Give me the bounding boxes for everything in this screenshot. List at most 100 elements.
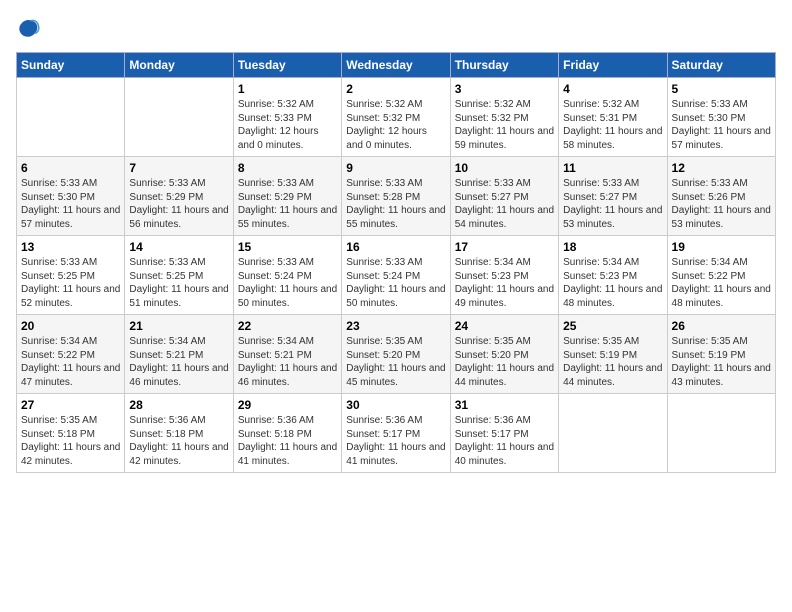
- day-number: 8: [238, 161, 337, 175]
- day-number: 2: [346, 82, 445, 96]
- daylight-text: Daylight: 11 hours and 44 minutes.: [455, 362, 554, 389]
- calendar-cell: 22 Sunrise: 5:34 AM Sunset: 5:21 PM Dayl…: [233, 315, 341, 394]
- cell-info: Sunrise: 5:33 AM Sunset: 5:27 PM Dayligh…: [455, 177, 554, 231]
- day-number: 9: [346, 161, 445, 175]
- day-number: 26: [672, 319, 771, 333]
- cell-info: Sunrise: 5:33 AM Sunset: 5:24 PM Dayligh…: [238, 256, 337, 310]
- sunset-text: Sunset: 5:18 PM: [21, 428, 120, 442]
- sunrise-text: Sunrise: 5:33 AM: [563, 177, 662, 191]
- sunset-text: Sunset: 5:23 PM: [563, 270, 662, 284]
- cell-info: Sunrise: 5:35 AM Sunset: 5:19 PM Dayligh…: [563, 335, 662, 389]
- daylight-text: Daylight: 11 hours and 53 minutes.: [563, 204, 662, 231]
- calendar-cell: 19 Sunrise: 5:34 AM Sunset: 5:22 PM Dayl…: [667, 236, 775, 315]
- weekday-header-row: SundayMondayTuesdayWednesdayThursdayFrid…: [17, 53, 776, 78]
- sunset-text: Sunset: 5:20 PM: [455, 349, 554, 363]
- sunset-text: Sunset: 5:21 PM: [238, 349, 337, 363]
- sunrise-text: Sunrise: 5:33 AM: [238, 256, 337, 270]
- day-number: 31: [455, 398, 554, 412]
- sunset-text: Sunset: 5:17 PM: [346, 428, 445, 442]
- cell-info: Sunrise: 5:33 AM Sunset: 5:27 PM Dayligh…: [563, 177, 662, 231]
- cell-info: Sunrise: 5:33 AM Sunset: 5:24 PM Dayligh…: [346, 256, 445, 310]
- calendar-cell: 13 Sunrise: 5:33 AM Sunset: 5:25 PM Dayl…: [17, 236, 125, 315]
- daylight-text: Daylight: 11 hours and 48 minutes.: [672, 283, 771, 310]
- sunrise-text: Sunrise: 5:35 AM: [21, 414, 120, 428]
- cell-info: Sunrise: 5:34 AM Sunset: 5:23 PM Dayligh…: [563, 256, 662, 310]
- calendar-cell: 1 Sunrise: 5:32 AM Sunset: 5:33 PM Dayli…: [233, 78, 341, 157]
- calendar-cell: 10 Sunrise: 5:33 AM Sunset: 5:27 PM Dayl…: [450, 157, 558, 236]
- sunset-text: Sunset: 5:29 PM: [129, 191, 228, 205]
- sunrise-text: Sunrise: 5:33 AM: [672, 98, 771, 112]
- calendar-cell: [125, 78, 233, 157]
- calendar-cell: 8 Sunrise: 5:33 AM Sunset: 5:29 PM Dayli…: [233, 157, 341, 236]
- calendar-cell: 9 Sunrise: 5:33 AM Sunset: 5:28 PM Dayli…: [342, 157, 450, 236]
- calendar-cell: 25 Sunrise: 5:35 AM Sunset: 5:19 PM Dayl…: [559, 315, 667, 394]
- daylight-text: Daylight: 11 hours and 45 minutes.: [346, 362, 445, 389]
- sunrise-text: Sunrise: 5:33 AM: [129, 256, 228, 270]
- sunrise-text: Sunrise: 5:36 AM: [346, 414, 445, 428]
- calendar-cell: [667, 394, 775, 473]
- cell-info: Sunrise: 5:35 AM Sunset: 5:20 PM Dayligh…: [346, 335, 445, 389]
- daylight-text: Daylight: 11 hours and 54 minutes.: [455, 204, 554, 231]
- cell-info: Sunrise: 5:35 AM Sunset: 5:19 PM Dayligh…: [672, 335, 771, 389]
- sunset-text: Sunset: 5:22 PM: [672, 270, 771, 284]
- sunrise-text: Sunrise: 5:34 AM: [238, 335, 337, 349]
- cell-info: Sunrise: 5:33 AM Sunset: 5:29 PM Dayligh…: [129, 177, 228, 231]
- cell-info: Sunrise: 5:33 AM Sunset: 5:29 PM Dayligh…: [238, 177, 337, 231]
- daylight-text: Daylight: 11 hours and 40 minutes.: [455, 441, 554, 468]
- calendar-cell: 18 Sunrise: 5:34 AM Sunset: 5:23 PM Dayl…: [559, 236, 667, 315]
- logo: [16, 16, 44, 40]
- day-number: 20: [21, 319, 120, 333]
- calendar-cell: 30 Sunrise: 5:36 AM Sunset: 5:17 PM Dayl…: [342, 394, 450, 473]
- daylight-text: Daylight: 11 hours and 42 minutes.: [21, 441, 120, 468]
- daylight-text: Daylight: 11 hours and 46 minutes.: [129, 362, 228, 389]
- sunset-text: Sunset: 5:22 PM: [21, 349, 120, 363]
- daylight-text: Daylight: 11 hours and 43 minutes.: [672, 362, 771, 389]
- calendar-cell: 15 Sunrise: 5:33 AM Sunset: 5:24 PM Dayl…: [233, 236, 341, 315]
- calendar-cell: 7 Sunrise: 5:33 AM Sunset: 5:29 PM Dayli…: [125, 157, 233, 236]
- day-number: 16: [346, 240, 445, 254]
- sunset-text: Sunset: 5:33 PM: [238, 112, 337, 126]
- cell-info: Sunrise: 5:33 AM Sunset: 5:25 PM Dayligh…: [129, 256, 228, 310]
- sunset-text: Sunset: 5:27 PM: [563, 191, 662, 205]
- calendar-week-row: 6 Sunrise: 5:33 AM Sunset: 5:30 PM Dayli…: [17, 157, 776, 236]
- cell-info: Sunrise: 5:36 AM Sunset: 5:18 PM Dayligh…: [238, 414, 337, 468]
- calendar-cell: 2 Sunrise: 5:32 AM Sunset: 5:32 PM Dayli…: [342, 78, 450, 157]
- sunset-text: Sunset: 5:28 PM: [346, 191, 445, 205]
- calendar-week-row: 13 Sunrise: 5:33 AM Sunset: 5:25 PM Dayl…: [17, 236, 776, 315]
- daylight-text: Daylight: 11 hours and 52 minutes.: [21, 283, 120, 310]
- sunset-text: Sunset: 5:31 PM: [563, 112, 662, 126]
- sunrise-text: Sunrise: 5:32 AM: [563, 98, 662, 112]
- calendar-cell: 21 Sunrise: 5:34 AM Sunset: 5:21 PM Dayl…: [125, 315, 233, 394]
- calendar-cell: 5 Sunrise: 5:33 AM Sunset: 5:30 PM Dayli…: [667, 78, 775, 157]
- sunset-text: Sunset: 5:24 PM: [238, 270, 337, 284]
- day-number: 30: [346, 398, 445, 412]
- sunrise-text: Sunrise: 5:34 AM: [672, 256, 771, 270]
- day-number: 27: [21, 398, 120, 412]
- day-number: 23: [346, 319, 445, 333]
- daylight-text: Daylight: 11 hours and 47 minutes.: [21, 362, 120, 389]
- cell-info: Sunrise: 5:33 AM Sunset: 5:25 PM Dayligh…: [21, 256, 120, 310]
- calendar-cell: 20 Sunrise: 5:34 AM Sunset: 5:22 PM Dayl…: [17, 315, 125, 394]
- sunrise-text: Sunrise: 5:32 AM: [455, 98, 554, 112]
- day-number: 12: [672, 161, 771, 175]
- calendar-week-row: 27 Sunrise: 5:35 AM Sunset: 5:18 PM Dayl…: [17, 394, 776, 473]
- sunset-text: Sunset: 5:30 PM: [21, 191, 120, 205]
- day-number: 29: [238, 398, 337, 412]
- daylight-text: Daylight: 11 hours and 57 minutes.: [672, 125, 771, 152]
- calendar-cell: 4 Sunrise: 5:32 AM Sunset: 5:31 PM Dayli…: [559, 78, 667, 157]
- sunrise-text: Sunrise: 5:34 AM: [455, 256, 554, 270]
- daylight-text: Daylight: 11 hours and 55 minutes.: [238, 204, 337, 231]
- sunset-text: Sunset: 5:18 PM: [238, 428, 337, 442]
- daylight-text: Daylight: 11 hours and 44 minutes.: [563, 362, 662, 389]
- day-number: 13: [21, 240, 120, 254]
- day-number: 10: [455, 161, 554, 175]
- day-number: 7: [129, 161, 228, 175]
- sunrise-text: Sunrise: 5:33 AM: [21, 256, 120, 270]
- sunrise-text: Sunrise: 5:34 AM: [563, 256, 662, 270]
- cell-info: Sunrise: 5:33 AM Sunset: 5:26 PM Dayligh…: [672, 177, 771, 231]
- cell-info: Sunrise: 5:32 AM Sunset: 5:31 PM Dayligh…: [563, 98, 662, 152]
- sunrise-text: Sunrise: 5:33 AM: [129, 177, 228, 191]
- day-number: 3: [455, 82, 554, 96]
- daylight-text: Daylight: 11 hours and 50 minutes.: [238, 283, 337, 310]
- day-number: 15: [238, 240, 337, 254]
